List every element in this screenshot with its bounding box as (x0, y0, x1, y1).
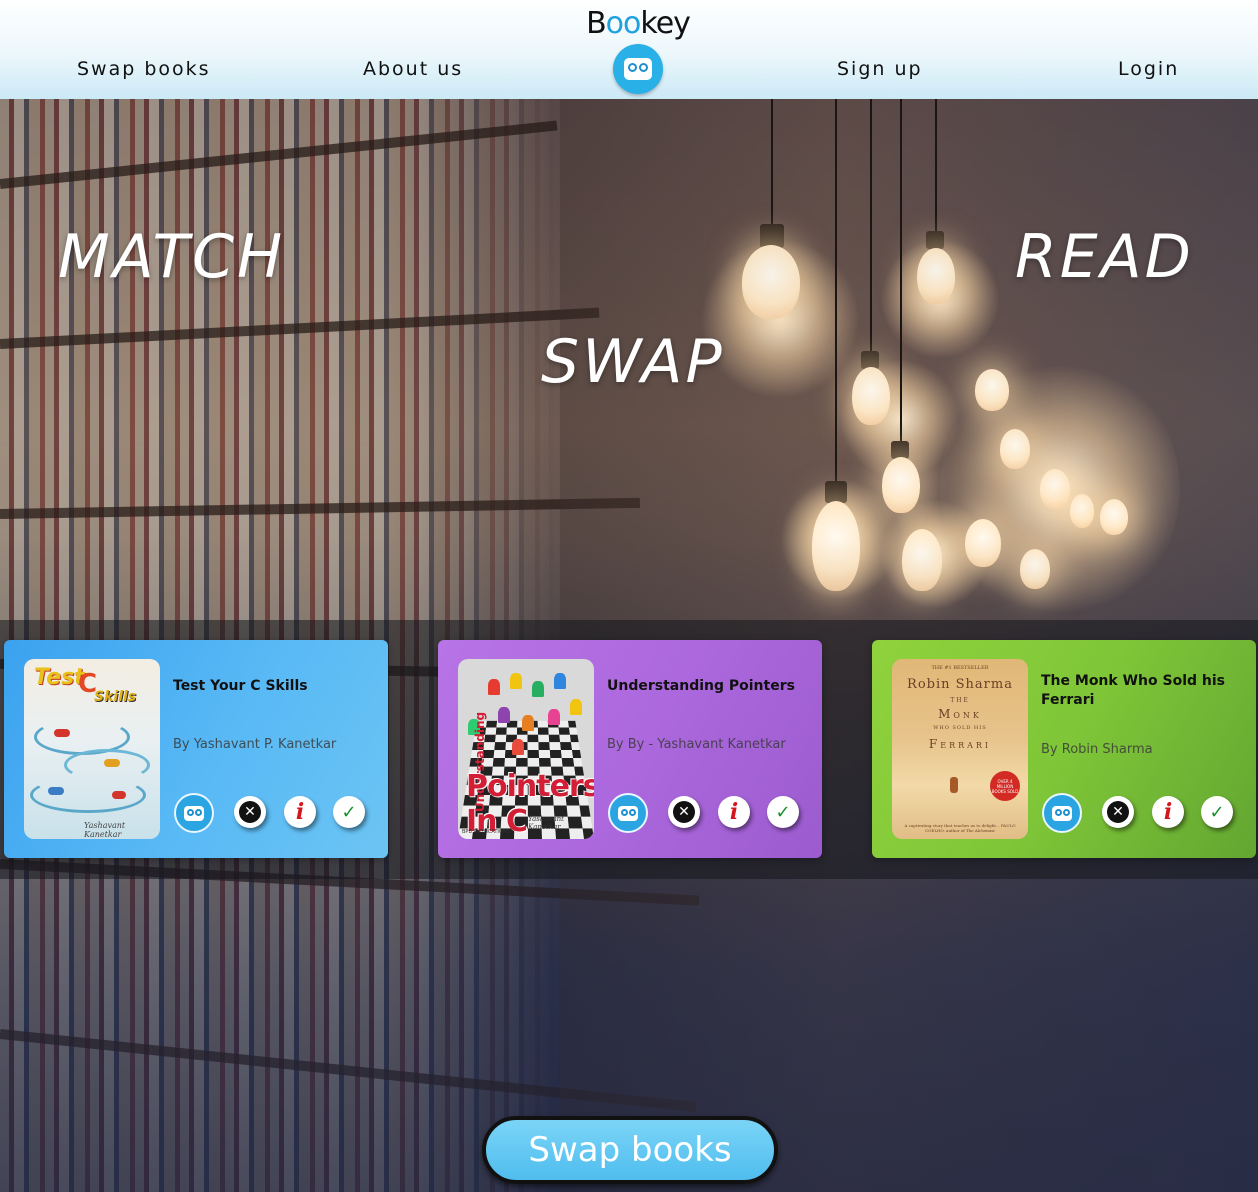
cover-author-text: Yashavant Kanetkar (528, 815, 564, 831)
cover-publisher-text: BPB PUBLICATIONS (462, 829, 510, 835)
book-title: Test Your C Skills (173, 678, 308, 694)
book-icon (624, 58, 652, 80)
info-icon: i (1163, 799, 1173, 825)
book-cover-image[interactable]: Test C Skills Yashavant Kanetkar (24, 659, 160, 839)
brand-letter-rest: key (640, 6, 691, 41)
nav-swap-books[interactable]: Swap books (77, 58, 211, 80)
check-icon: ✓ (1209, 801, 1225, 823)
book-title: Understanding Pointers (607, 678, 795, 694)
check-icon: ✓ (341, 801, 357, 823)
book-card[interactable]: Test C Skills Yashavant Kanetkar Test Yo… (4, 640, 388, 858)
brand-letter-o1: o (605, 6, 624, 41)
info-button[interactable]: i (718, 796, 750, 828)
cover-title-text: THE (950, 697, 970, 704)
book-title: The Monk Who Sold his Ferrari (1041, 673, 1225, 708)
cover-sticker-badge: OVER 4 MILLION BOOKS SOLD (990, 771, 1020, 801)
cover-blurb-text: A captivating story that teaches us to d… (904, 823, 1016, 833)
nav-login[interactable]: Login (1118, 58, 1179, 80)
book-cover-image[interactable]: Understanding Pointers In C Yashavant Ka… (458, 659, 594, 839)
swap-books-cta-button[interactable]: Swap books (482, 1116, 778, 1184)
accept-button[interactable]: ✓ (333, 796, 365, 828)
hero-word-read: READ (1015, 222, 1194, 292)
brand-letter-o2: o (623, 6, 641, 41)
reject-button[interactable]: ✕ (234, 796, 266, 828)
book-author: By Robin Sharma (1041, 742, 1153, 757)
info-icon: i (295, 799, 305, 825)
book-author: By Yashavant P. Kanetkar (173, 737, 337, 752)
cover-author-text: Yashavant Kanetkar (84, 821, 126, 839)
accept-button[interactable]: ✓ (1201, 796, 1233, 828)
bookey-logo-icon[interactable] (613, 44, 663, 94)
info-icon: i (729, 799, 739, 825)
hero-word-swap: SWAP (541, 327, 725, 397)
cover-title-text: Skills (94, 689, 137, 705)
brand-letter-b: B (586, 6, 607, 41)
info-button[interactable]: i (284, 796, 316, 828)
nav-sign-up[interactable]: Sign up (837, 58, 923, 80)
hero-word-match: MATCH (58, 222, 286, 292)
cover-title-text: WHO SOLD HIS (933, 725, 987, 731)
ring-icon (639, 63, 648, 72)
ring-icon (628, 63, 637, 72)
cover-author-text: Robin Sharma (907, 677, 1013, 692)
swap-book-icon[interactable] (608, 793, 648, 833)
reject-button[interactable]: ✕ (668, 796, 700, 828)
check-icon: ✓ (775, 801, 791, 823)
top-navbar: Swap books About us Bookey Sign up Login (0, 0, 1258, 99)
swap-book-icon[interactable] (174, 793, 214, 833)
book-card[interactable]: Understanding Pointers In C Yashavant Ka… (438, 640, 822, 858)
book-card[interactable]: THE #1 BESTSELLER Robin Sharma THE Monk … (872, 640, 1256, 858)
book-cover-image[interactable]: THE #1 BESTSELLER Robin Sharma THE Monk … (892, 659, 1028, 839)
cover-title-text: Ferrari (928, 737, 992, 751)
cover-tagline-text: THE #1 BESTSELLER (931, 665, 989, 671)
close-icon: ✕ (239, 801, 261, 823)
info-button[interactable]: i (1152, 796, 1184, 828)
book-author: By By - Yashavant Kanetkar (607, 737, 786, 752)
swap-book-icon[interactable] (1042, 793, 1082, 833)
reject-button[interactable]: ✕ (1102, 796, 1134, 828)
accept-button[interactable]: ✓ (767, 796, 799, 828)
nav-about-us[interactable]: About us (363, 58, 463, 80)
close-icon: ✕ (673, 801, 695, 823)
close-icon: ✕ (1107, 801, 1129, 823)
brand-logo-text[interactable]: Bookey (583, 6, 693, 41)
cover-title-text: Monk (938, 707, 982, 721)
